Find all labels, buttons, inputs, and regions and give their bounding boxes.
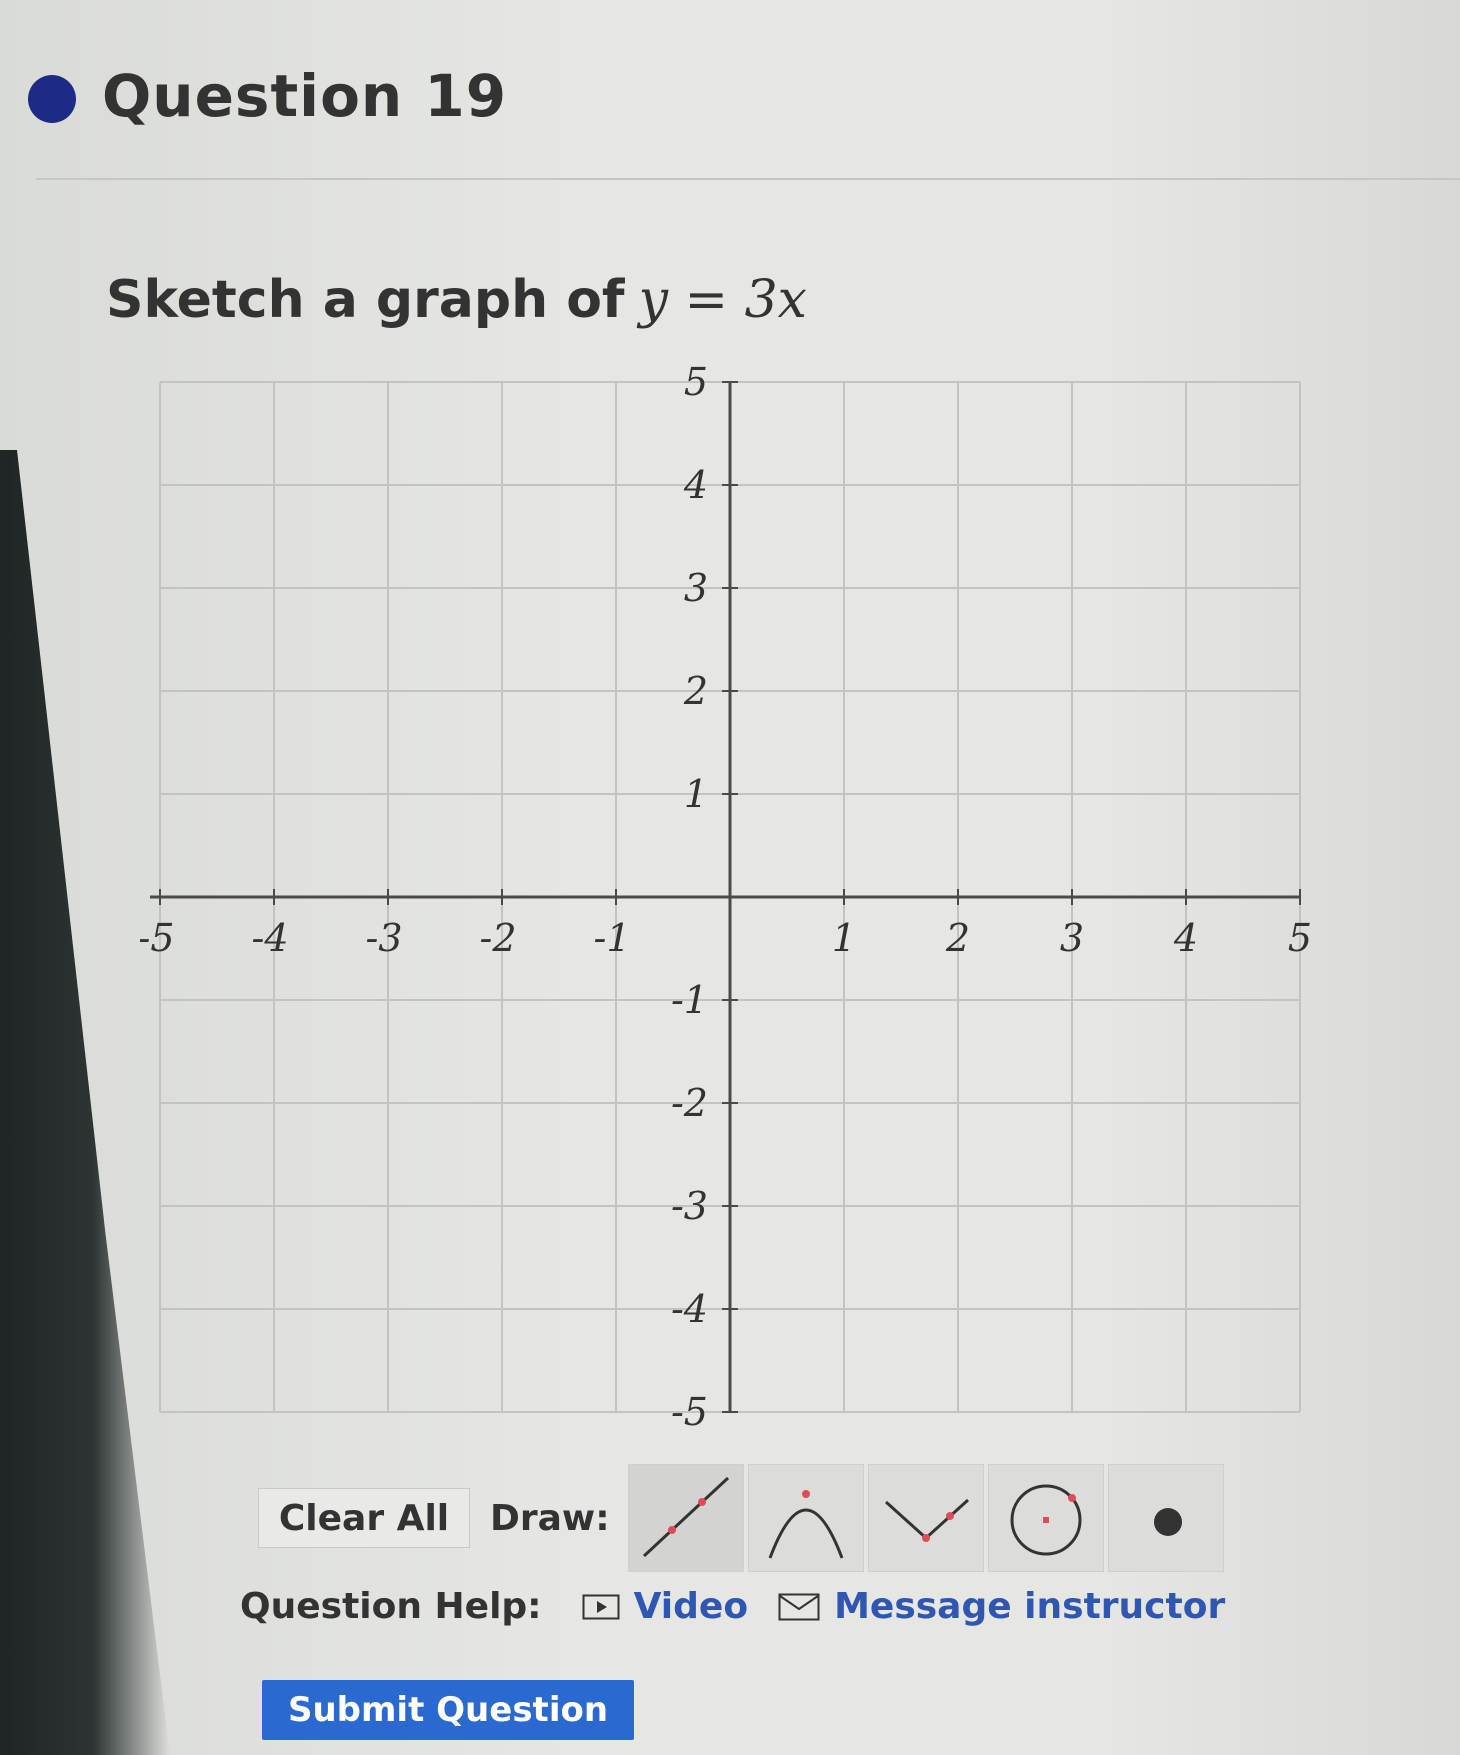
absolute-value-tool-button[interactable] (867, 1464, 984, 1572)
question-status-dot (28, 75, 76, 123)
y-tick-label: -4 (671, 1287, 708, 1331)
y-tick-label: -1 (671, 978, 708, 1022)
parabola-tool-icon (768, 1490, 843, 1559)
question-prompt: Sketch a graph of y = 3x (106, 270, 807, 330)
y-tick-label: 5 (684, 362, 708, 404)
clear-all-button[interactable]: Clear All (258, 1488, 470, 1548)
graph-canvas[interactable]: -5 -4 -3 -2 -1 1 2 3 4 5 5 4 3 2 1 -1 -2 -3 -4 -5 (140, 362, 1320, 1442)
message-instructor-label: Message instructor (834, 1586, 1226, 1627)
circle-tool-icon (1010, 1484, 1082, 1556)
draw-toolbar: Clear All Draw: (258, 1462, 1228, 1574)
question-help-label: Question Help: (240, 1586, 542, 1627)
y-tick-label: -3 (671, 1184, 708, 1228)
circle-tool-button[interactable] (987, 1464, 1104, 1572)
y-tick-label: -5 (671, 1390, 708, 1434)
video-link-label: Video (633, 1586, 749, 1627)
line-tool-icon (642, 1476, 729, 1558)
header-divider (36, 178, 1460, 180)
x-tick-label: 1 (832, 916, 856, 960)
question-title: Question 19 (102, 62, 508, 130)
page: Question 19 Sketch a graph of y = 3x -5 -4… (0, 0, 1460, 1755)
x-tick-label: -4 (251, 916, 288, 960)
prompt-equation: y = 3x (638, 270, 807, 330)
y-tick-label: 4 (683, 463, 708, 507)
y-tick-label: 2 (683, 669, 708, 713)
question-help: Question Help: Video Message instructor (240, 1586, 1255, 1627)
submit-question-button[interactable]: Submit Question (262, 1680, 634, 1740)
x-tick-label: 2 (945, 916, 970, 960)
video-link[interactable]: Video (582, 1586, 749, 1627)
envelope-icon (778, 1593, 820, 1621)
x-tick-label: -5 (140, 916, 175, 960)
coordinate-grid[interactable]: -5 -4 -3 -2 -1 1 2 3 4 5 5 4 3 2 1 -1 -2 -3 -4 -5 (140, 362, 1320, 1442)
point-tool-icon (1153, 1508, 1182, 1536)
x-tick-label: 4 (1173, 916, 1198, 960)
prompt-text: Sketch a graph of (106, 270, 625, 330)
x-tick-label: -1 (593, 916, 630, 960)
absolute-value-tool-icon (884, 1498, 969, 1542)
y-tick-label: 1 (684, 772, 708, 816)
x-tick-label: -2 (479, 916, 516, 960)
y-tick-label: 3 (684, 566, 708, 610)
video-icon (582, 1594, 620, 1620)
message-instructor-link[interactable]: Message instructor (778, 1586, 1225, 1627)
x-tick-label: -3 (365, 916, 402, 960)
line-tool-button[interactable] (627, 1464, 744, 1572)
y-tick-label: -2 (671, 1081, 708, 1125)
x-tick-label: 3 (1060, 916, 1084, 960)
draw-label: Draw: (490, 1497, 610, 1539)
point-tool-button[interactable] (1107, 1464, 1224, 1572)
x-tick-label: 5 (1288, 916, 1312, 960)
parabola-tool-button[interactable] (747, 1464, 864, 1572)
